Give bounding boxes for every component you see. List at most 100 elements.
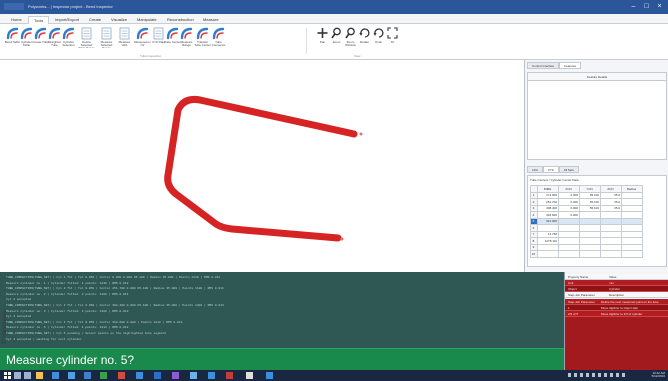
- tray-icon[interactable]: [610, 373, 613, 377]
- ribbon-button-transfer-tube-center[interactable]: Transfer Tube Center: [194, 26, 211, 52]
- ribbon-button-zoom-window[interactable]: Zoom Window: [344, 26, 357, 52]
- table-cell[interactable]: [579, 250, 601, 258]
- menu-tab-home[interactable]: Home: [6, 16, 27, 24]
- ribbon-button-rotate[interactable]: Rotate: [358, 26, 371, 52]
- ribbon-button-measure-selected-range[interactable]: Measure Selected Range: [100, 26, 113, 52]
- menu-tab-manipulate[interactable]: Manipulate: [132, 16, 162, 24]
- close-button[interactable]: ×: [654, 2, 665, 11]
- windows-taskbar: 10:42 AM 5/12/2016: [0, 370, 668, 381]
- row-number[interactable]: 10: [530, 250, 538, 258]
- ribbon-button-cylinder-table[interactable]: Cylinder Table: [20, 26, 33, 52]
- table-cell[interactable]: [558, 250, 580, 258]
- table-icon: [100, 26, 113, 40]
- tray-icon[interactable]: [580, 373, 583, 377]
- tab-lra[interactable]: LRA: [527, 166, 543, 173]
- step-parameters-header: Step-Job Parameter Description: [565, 292, 668, 298]
- app-icon[interactable]: [208, 372, 215, 379]
- bent-tube-model[interactable]: [164, 96, 358, 242]
- ribbon-button-straighten-tube[interactable]: Straighten Tube: [48, 26, 61, 52]
- app-icon[interactable]: [266, 372, 273, 379]
- table-cell[interactable]: [621, 250, 643, 258]
- app-icon[interactable]: [226, 372, 233, 379]
- move-icon: [316, 26, 329, 40]
- step-description-header: Description: [609, 293, 625, 297]
- app-icon[interactable]: [136, 372, 143, 379]
- app-icon[interactable]: [154, 372, 161, 379]
- menu-tab-create[interactable]: Create: [84, 16, 106, 24]
- right-panel: Control Interface Features Feature Detail…: [524, 60, 668, 272]
- feature-details-header: Feature Details: [528, 73, 666, 81]
- ribbon-toolbar: Bend Table Cylinder Table Create Tube Strai…: [0, 24, 668, 60]
- menu-tab-tools[interactable]: Tools: [28, 16, 50, 24]
- mail-icon[interactable]: [84, 372, 91, 379]
- ribbon-button-measure-lra[interactable]: Measure LRA: [118, 26, 131, 52]
- output-console[interactable]: TUBE_INSPECTION(TUBE_SET) | Cyl 1 fit | …: [0, 272, 564, 348]
- menu-tab-reconstruction[interactable]: Reconstruction: [162, 16, 199, 24]
- tube-icon: [212, 26, 225, 40]
- ribbon-button-label: Measure Selected Range: [100, 41, 113, 48]
- tab-xyz[interactable]: XYZ: [542, 166, 559, 173]
- tray-icon[interactable]: [616, 373, 619, 377]
- data-tabs: LRA XYZ All Sets: [527, 166, 579, 173]
- tab-all-sets[interactable]: All Sets: [558, 166, 579, 173]
- app-icon[interactable]: [100, 372, 107, 379]
- tube-end-marker[interactable]: [340, 237, 344, 241]
- tray-icon[interactable]: [586, 373, 589, 377]
- tray-icon[interactable]: [568, 373, 571, 377]
- ribbon-button-label: Cylinder Selection: [62, 41, 75, 48]
- app-icon[interactable]: [118, 372, 125, 379]
- console-line: TUBE_INSPECTION(TUBE_SET) | Cyl 3 fit | …: [6, 304, 224, 307]
- browser-icon[interactable]: [52, 372, 59, 379]
- tube-icon: [136, 26, 149, 40]
- tube-model-drawing[interactable]: [0, 60, 524, 272]
- cylinder-table: DIME XCN YCN ZCN Radius 1 174.000 0.000 65.…: [530, 185, 643, 258]
- console-line: Measure cylinder no. 3 | Cylinder fitted…: [6, 309, 129, 313]
- ribbon-button-measurement-ctr[interactable]: Measurement Ctr: [134, 26, 151, 52]
- ribbon-button-delete-selected-table-range[interactable]: Delete Selected Table Range: [78, 26, 95, 52]
- taskbar-clock[interactable]: 10:42 AM 5/12/2016: [652, 371, 665, 379]
- ribbon-button-tube-connector[interactable]: Tube Connector: [212, 26, 225, 52]
- tray-icon[interactable]: [598, 373, 601, 377]
- app-icon[interactable]: [190, 372, 197, 379]
- application-window: Polyworks... | Inspector project - Bend …: [0, 0, 668, 381]
- ribbon-button-create-tube[interactable]: Create Tube: [32, 26, 49, 52]
- zoom-icon: [344, 26, 357, 40]
- minimize-button[interactable]: –: [628, 2, 639, 11]
- search-icon[interactable]: [14, 372, 21, 379]
- 3d-viewport[interactable]: [0, 60, 524, 272]
- app-icon[interactable]: [172, 372, 179, 379]
- tray-icon[interactable]: [622, 373, 625, 377]
- table-cell[interactable]: [600, 250, 622, 258]
- menu-tab-measure[interactable]: Measure: [198, 16, 224, 24]
- table-row[interactable]: 10: [530, 250, 643, 258]
- menu-tab-import-export[interactable]: Import/Export: [50, 16, 84, 24]
- tray-icon[interactable]: [604, 373, 607, 377]
- file-explorer-icon[interactable]: [36, 372, 43, 379]
- app-icon[interactable]: [246, 372, 253, 379]
- start-button[interactable]: [4, 372, 11, 379]
- ribbon-button-xyz-data[interactable]: XYZ Data: [152, 26, 165, 52]
- tab-control-interface[interactable]: Control Interface: [527, 62, 560, 69]
- watermark: © Vaishnava: [2, 310, 8, 344]
- maximize-button[interactable]: □: [641, 2, 652, 11]
- store-icon[interactable]: [68, 372, 75, 379]
- tab-features[interactable]: Features: [559, 62, 582, 69]
- ribbon-button-measure-range[interactable]: Measure Range: [180, 26, 193, 52]
- ribbon-button-label: Measure LRA: [118, 41, 131, 48]
- table-cell[interactable]: [537, 250, 559, 258]
- ribbon-button-undo[interactable]: Undo: [372, 26, 385, 52]
- menu-tab-visualize[interactable]: Visualize: [106, 16, 132, 24]
- tray-icon[interactable]: [574, 373, 577, 377]
- ribbon-button-tube-center[interactable]: Tube Center: [164, 26, 181, 52]
- ribbon-button-bend-table[interactable]: Bend Table: [5, 26, 20, 52]
- ribbon-button-pan[interactable]: Pan: [316, 26, 329, 52]
- ribbon-button-fit[interactable]: Fit: [386, 26, 399, 52]
- task-view-icon[interactable]: [24, 372, 31, 379]
- ribbon-button-cylinder-selection[interactable]: Cylinder Selection: [62, 26, 75, 52]
- quick-access-toolbar[interactable]: [4, 3, 24, 10]
- ribbon-button-zoom[interactable]: Zoom: [330, 26, 343, 52]
- cylinder-table-panel: Tube Centers / Cylinder Center Data DIME…: [527, 175, 667, 267]
- console-line: Measure cylinder no. 4 | Cylinder fitted…: [6, 326, 129, 330]
- tube-end-marker[interactable]: [359, 132, 363, 136]
- tray-icon[interactable]: [592, 373, 595, 377]
